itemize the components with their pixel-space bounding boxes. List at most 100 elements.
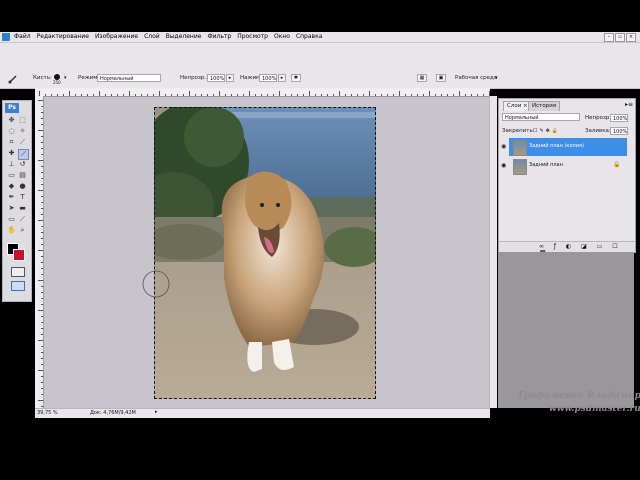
ruler-tick [41, 388, 43, 389]
healing-brush-icon[interactable]: ✚ [7, 149, 16, 158]
ruler-tick [38, 100, 43, 101]
ruler-tick [339, 91, 340, 96]
brush-tool-icon[interactable] [8, 74, 18, 84]
pressure-input[interactable]: 100% [259, 74, 277, 82]
eyedropper-icon[interactable]: ⟋ [18, 215, 27, 224]
layers-panel-toolbar: ∞ ƒ ◐ ◪ ▭ ☐ 🗑 [499, 241, 635, 257]
options-row: Кисть: 250 ▾ Режим: Нормальный Непрозр.:… [0, 73, 640, 85]
mode-value: Нормальный [100, 76, 134, 82]
shape-tool-icon[interactable]: ▬ [18, 204, 27, 213]
file-browser-icon[interactable]: ▦ [417, 74, 427, 82]
menu-image[interactable]: Изображение [95, 33, 138, 40]
blend-mode-select[interactable]: Нормальный [502, 113, 580, 121]
menu-select[interactable]: Выделение [166, 33, 202, 40]
ruler-tick [147, 94, 148, 96]
lasso-tool-icon[interactable]: ◌ [7, 127, 16, 136]
document-canvas-area[interactable] [44, 97, 490, 408]
ruler-tick [423, 94, 424, 96]
screen-mode-icon[interactable] [11, 281, 25, 291]
eye-icon[interactable]: ◉ [501, 162, 506, 169]
slice-tool-icon[interactable]: ⟋ [18, 138, 27, 147]
ruler-tick [279, 91, 280, 96]
brush-tool-icon-selected[interactable]: ⟋ [18, 149, 29, 160]
gradient-icon[interactable]: ▤ [18, 171, 27, 180]
menu-file[interactable]: Файл [14, 33, 31, 40]
ruler-tick [363, 94, 364, 96]
tab-layers-label: Слои [507, 103, 522, 109]
zoom-level[interactable]: 39,75 % [37, 410, 58, 416]
pen-tool-icon[interactable]: ✒ [7, 193, 16, 202]
airbrush-icon[interactable]: ✱ [291, 74, 301, 82]
ruler-tick [345, 94, 346, 96]
quick-mask-icon[interactable] [11, 267, 25, 277]
marquee-tool-icon[interactable]: ⬚ [18, 116, 27, 125]
bridge-icon[interactable]: ▣ [436, 74, 446, 82]
menu-layer[interactable]: Слой [144, 33, 160, 40]
ruler-tick [357, 94, 358, 96]
minimize-icon[interactable]: – [604, 33, 614, 42]
path-selection-icon[interactable]: ➤ [7, 204, 16, 213]
ruler-tick [99, 91, 100, 96]
ruler-tick [471, 94, 472, 96]
pressure-dropdown-icon[interactable]: ▸ [278, 74, 286, 82]
ruler-tick [105, 94, 106, 96]
workspace-dropdown-icon[interactable]: ▾ [495, 75, 498, 81]
menu-help[interactable]: Справка [296, 33, 322, 40]
clone-stamp-icon[interactable]: ⊥ [7, 160, 16, 169]
ruler-tick [165, 94, 166, 96]
menu-window[interactable]: Окно [274, 33, 290, 40]
ps-logo: Ps [5, 103, 19, 113]
opacity-value: 100% [210, 76, 225, 82]
mode-select[interactable]: Нормальный [97, 74, 161, 82]
panel-opacity-label: Непрозр.: [585, 115, 613, 121]
hand-tool-icon[interactable]: ✋ [7, 226, 16, 235]
crop-tool-icon[interactable]: ⌗ [7, 138, 16, 147]
fill-input[interactable]: 100% [610, 127, 628, 135]
dog-photo[interactable] [154, 107, 376, 399]
notes-tool-icon[interactable]: ▭ [7, 215, 16, 224]
toolbox-panel: Ps ✥ ⬚ ◌ ✧ ⌗ ⟋ ✚ ⟋ ⊥ ↺ ▭ ▤ ◆ ● ✒ T ➤ ▬ ▭… [2, 100, 32, 302]
eraser-icon[interactable]: ▭ [7, 171, 16, 180]
ruler-tick [249, 91, 250, 96]
ruler-tick [41, 358, 43, 359]
close-icon[interactable]: × [626, 33, 636, 42]
ruler-tick [41, 136, 43, 137]
ruler-tick [41, 298, 43, 299]
ruler-tick [41, 328, 43, 329]
ruler-tick [38, 130, 43, 131]
layer-row-copy[interactable]: ◉ Задний план (копия) [501, 138, 627, 156]
restore-icon[interactable]: ▫ [615, 33, 625, 42]
workspace-label[interactable]: Рабочая среда [455, 75, 497, 81]
tab-history[interactable]: История [528, 101, 561, 111]
zoom-tool-icon[interactable]: ⌕ [18, 226, 27, 235]
lock-icons[interactable]: ☐✎✥🔒 [533, 128, 560, 134]
brush-cursor-icon [142, 270, 170, 298]
move-tool-icon[interactable]: ✥ [7, 116, 16, 125]
panel-menu-icon[interactable]: ▸≡ [625, 101, 633, 108]
menu-view[interactable]: Просмотр [237, 33, 268, 40]
eye-icon[interactable]: ◉ [501, 143, 506, 150]
panel-opacity-input[interactable]: 100% [610, 114, 628, 122]
dodge-tool-icon[interactable]: ● [18, 182, 27, 191]
menu-filter[interactable]: Фильтр [207, 33, 231, 40]
brush-dropdown-icon[interactable]: ▾ [64, 75, 67, 81]
layer-row-background[interactable]: ◉ Задний план 🔒 [501, 157, 627, 175]
type-tool-icon[interactable]: T [18, 193, 27, 202]
opacity-input[interactable]: 100% [207, 74, 225, 82]
ruler-tick [159, 91, 160, 96]
layer-lock-icon: 🔒 [613, 161, 621, 168]
ruler-tick [135, 94, 136, 96]
status-menu-icon[interactable]: ▸ [155, 409, 158, 415]
watermark-url: www.psdmaster.ru [549, 404, 640, 414]
ruler-tick [441, 94, 442, 96]
blur-tool-icon[interactable]: ◆ [7, 182, 16, 191]
background-color-swatch[interactable] [13, 249, 25, 261]
menu-edit[interactable]: Редактирование [37, 33, 89, 40]
vertical-scrollbar[interactable] [489, 96, 497, 408]
ruler-tick [327, 94, 328, 96]
opacity-dropdown-icon[interactable]: ▸ [226, 74, 234, 82]
history-brush-icon[interactable]: ↺ [18, 160, 27, 169]
ruler-tick [45, 94, 46, 96]
ruler-tick [129, 91, 130, 96]
magic-wand-icon[interactable]: ✧ [18, 127, 27, 136]
